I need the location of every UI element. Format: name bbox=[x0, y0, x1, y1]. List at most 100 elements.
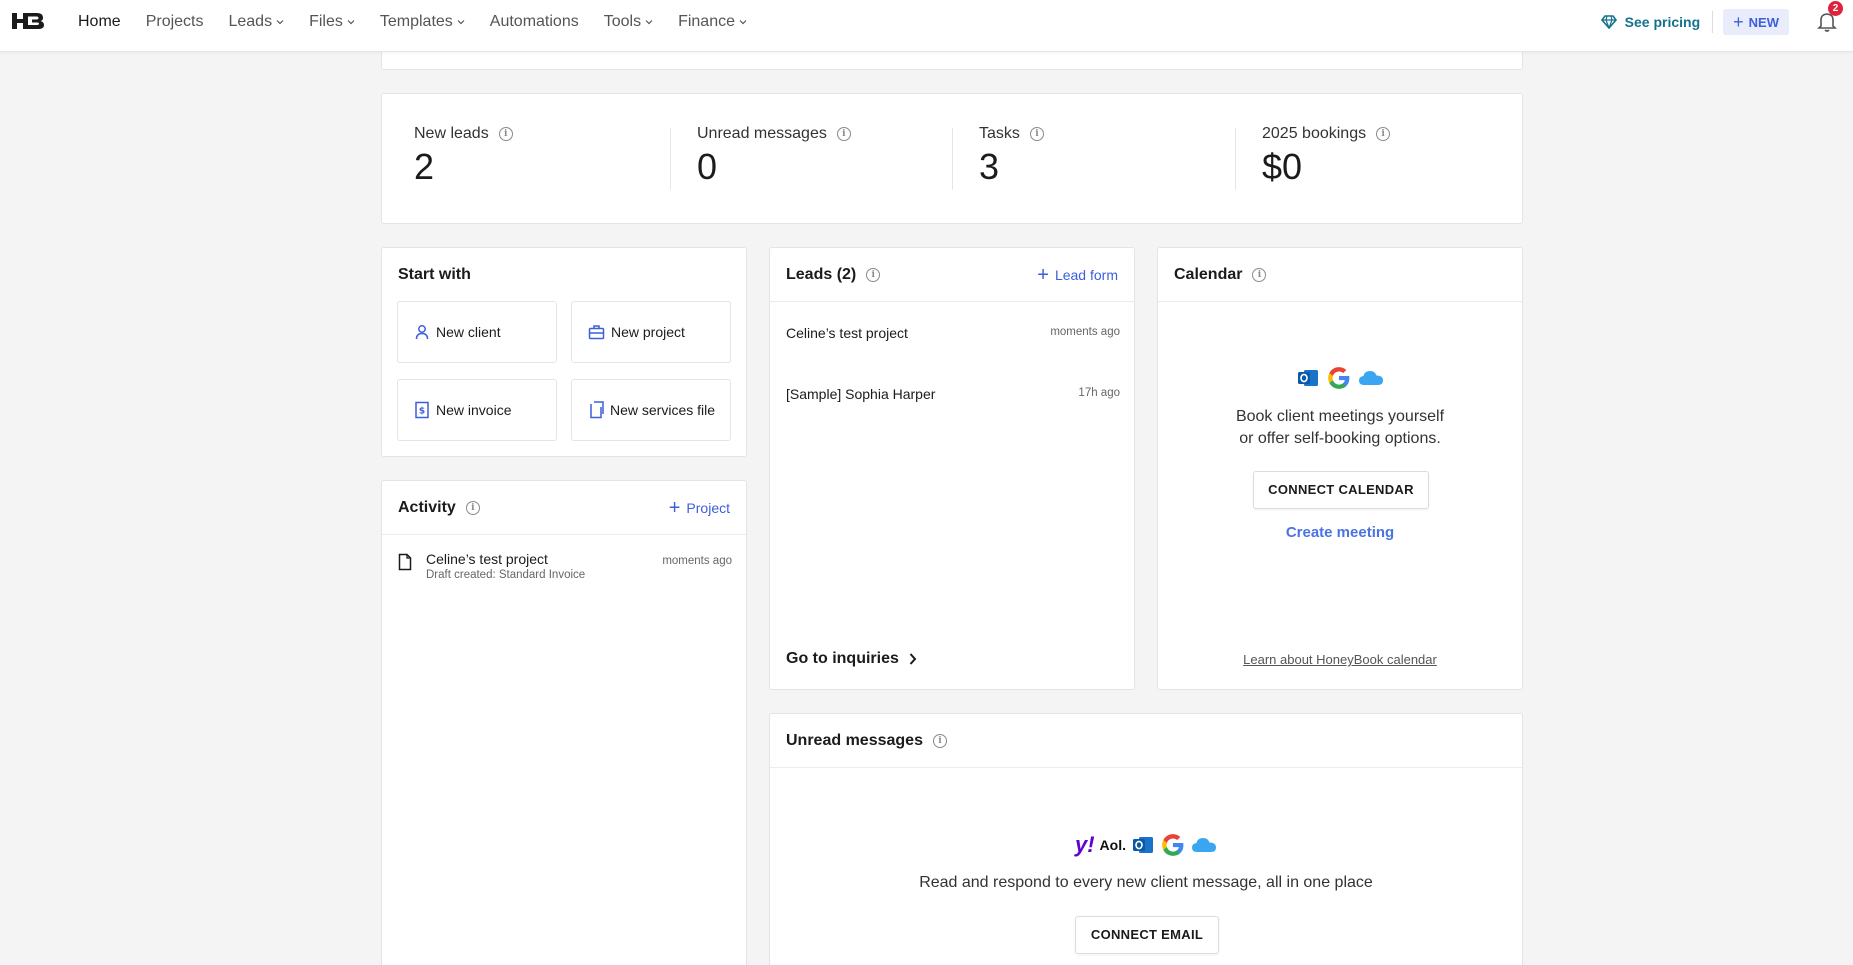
stat-label: Unread messages bbox=[697, 125, 827, 142]
activity-card: Activity i + Project Celine’s test project… bbox=[381, 480, 747, 965]
new-invoice-button[interactable]: $ New invoice bbox=[397, 379, 557, 441]
create-meeting-link[interactable]: Create meeting bbox=[1158, 524, 1522, 541]
go-to-inquiries-link[interactable]: Go to inquiries bbox=[786, 650, 917, 668]
google-icon bbox=[1328, 367, 1350, 389]
stat-value: 0 bbox=[697, 146, 718, 187]
card-header: Activity i + Project bbox=[382, 481, 746, 535]
card-header: Calendar i bbox=[1158, 248, 1522, 302]
nav-item-automations[interactable]: Automations bbox=[490, 13, 579, 31]
card-title: Calendar bbox=[1174, 265, 1243, 283]
connect-calendar-button[interactable]: CONNECT CALENDAR bbox=[1253, 471, 1429, 509]
outlook-icon bbox=[1298, 370, 1318, 386]
chevron-right-icon bbox=[909, 653, 917, 665]
new-client-button[interactable]: New client bbox=[397, 301, 557, 363]
invoice-icon: $ bbox=[415, 401, 429, 419]
card-header: Leads (2) i + Lead form bbox=[770, 248, 1134, 302]
lead-form-link[interactable]: + Lead form bbox=[1037, 265, 1118, 285]
calendar-card: Calendar i Book client meetings yourself … bbox=[1157, 247, 1523, 690]
stat-divider bbox=[1235, 128, 1236, 190]
info-icon[interactable]: i bbox=[498, 127, 513, 141]
button-label: New services file bbox=[610, 402, 716, 418]
google-icon bbox=[1162, 834, 1184, 856]
top-navigation: Home Projects Leads Files Templates Auto… bbox=[0, 0, 1853, 52]
nav-divider bbox=[1712, 11, 1714, 33]
start-with-card: Start with New client New project $ New … bbox=[381, 247, 747, 457]
stat-divider bbox=[670, 128, 671, 190]
connect-email-button[interactable]: CONNECT EMAIL bbox=[1075, 916, 1219, 954]
chevron-down-icon bbox=[276, 20, 284, 25]
nav-item-label: Templates bbox=[379, 13, 453, 30]
notifications-button[interactable]: 2 bbox=[1815, 1, 1843, 35]
nav-item-finance[interactable]: Finance bbox=[678, 13, 747, 31]
lead-time: moments ago bbox=[1050, 326, 1120, 338]
new-button[interactable]: + NEW bbox=[1723, 9, 1789, 35]
nav-menu: Home Projects Leads Files Templates Auto… bbox=[78, 0, 772, 44]
nav-item-leads[interactable]: Leads bbox=[228, 13, 284, 31]
email-providers: y! Aol. bbox=[770, 832, 1522, 858]
activity-title: Celine’s test project bbox=[426, 551, 548, 567]
nav-item-projects[interactable]: Projects bbox=[146, 13, 204, 31]
info-icon[interactable]: i bbox=[465, 500, 480, 515]
link-label: Lead form bbox=[1054, 266, 1118, 283]
stat-bookings[interactable]: 2025 bookings i $0 bbox=[1262, 125, 1391, 187]
nav-item-templates[interactable]: Templates bbox=[380, 13, 465, 31]
stat-value: 3 bbox=[979, 146, 1000, 187]
chevron-down-icon bbox=[457, 20, 465, 25]
honeybook-logo[interactable] bbox=[10, 9, 46, 33]
nav-item-tools[interactable]: Tools bbox=[604, 13, 653, 31]
lead-row[interactable]: Celine’s test project moments ago bbox=[786, 325, 1120, 341]
description-line: Book client meetings yourself bbox=[1235, 408, 1445, 425]
stat-label: Tasks bbox=[979, 125, 1020, 142]
activity-time: moments ago bbox=[662, 555, 732, 567]
stat-value: $0 bbox=[1262, 146, 1303, 187]
chevron-down-icon bbox=[645, 20, 653, 25]
info-icon[interactable]: i bbox=[836, 127, 851, 141]
info-icon[interactable]: i bbox=[932, 733, 947, 748]
stat-new-leads[interactable]: New leads i 2 bbox=[414, 125, 513, 187]
lead-row[interactable]: [Sample] Sophia Harper 17h ago bbox=[786, 386, 1120, 402]
card-header: Unread messages i bbox=[770, 714, 1522, 768]
info-icon[interactable]: i bbox=[1376, 127, 1391, 141]
add-project-link[interactable]: + Project bbox=[669, 498, 730, 518]
see-pricing-label: See pricing bbox=[1624, 14, 1701, 30]
unread-messages-card: Unread messages i y! Aol. Read and respon… bbox=[769, 713, 1523, 965]
nav-item-label: Finance bbox=[678, 13, 735, 30]
chevron-down-icon bbox=[739, 20, 747, 25]
info-icon[interactable]: i bbox=[866, 267, 881, 282]
diamond-icon bbox=[1600, 15, 1617, 29]
nav-item-files[interactable]: Files bbox=[309, 13, 355, 31]
plus-icon: + bbox=[1733, 12, 1744, 32]
description-line: or offer self-booking options. bbox=[1239, 430, 1441, 447]
icloud-icon bbox=[1359, 371, 1383, 385]
stat-label: New leads bbox=[414, 125, 489, 142]
nav-item-label: Leads bbox=[228, 13, 273, 30]
info-icon[interactable]: i bbox=[1252, 267, 1267, 282]
stat-unread-messages[interactable]: Unread messages i 0 bbox=[697, 125, 851, 187]
unread-description: Read and respond to every new client mes… bbox=[919, 874, 1373, 891]
info-icon[interactable]: i bbox=[1029, 127, 1044, 141]
activity-subtitle: Draft created: Standard Invoice bbox=[426, 569, 586, 581]
person-icon bbox=[415, 325, 429, 340]
stat-label: 2025 bookings bbox=[1262, 125, 1367, 142]
nav-item-label: Files bbox=[309, 13, 343, 30]
stat-value: 2 bbox=[414, 146, 435, 187]
new-button-label: NEW bbox=[1748, 14, 1779, 30]
stat-divider bbox=[952, 128, 953, 190]
stats-card: New leads i 2 Unread messages i 0 Tasks i 3… bbox=[381, 93, 1523, 224]
stat-tasks[interactable]: Tasks i 3 bbox=[979, 125, 1044, 187]
notification-badge: 2 bbox=[1828, 1, 1843, 16]
link-label: Go to inquiries bbox=[786, 650, 899, 667]
calendar-description: Book client meetings yourself or offer s… bbox=[1158, 406, 1522, 450]
leads-card: Leads (2) i + Lead form Celine’s test proj… bbox=[769, 247, 1135, 690]
see-pricing-link[interactable]: See pricing bbox=[1600, 14, 1701, 30]
icloud-icon bbox=[1192, 838, 1216, 852]
new-project-button[interactable]: New project bbox=[571, 301, 731, 363]
learn-calendar-link[interactable]: Learn about HoneyBook calendar bbox=[1158, 652, 1522, 667]
link-label: Project bbox=[686, 499, 730, 516]
card-title: Unread messages bbox=[786, 731, 923, 749]
nav-item-label: Home bbox=[78, 13, 121, 30]
calendar-providers bbox=[1158, 365, 1522, 391]
top-card-remnant bbox=[381, 50, 1523, 70]
nav-item-home[interactable]: Home bbox=[78, 13, 121, 31]
new-services-file-button[interactable]: New services file bbox=[571, 379, 731, 441]
